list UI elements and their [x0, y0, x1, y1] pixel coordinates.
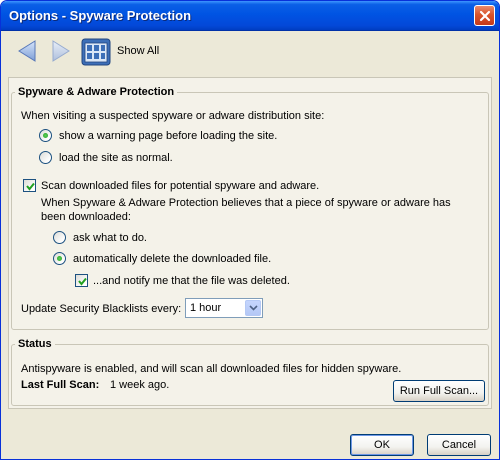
radio-ask-what-to-do[interactable] — [53, 231, 66, 244]
checkmark-icon — [78, 277, 87, 286]
radio-show-warning[interactable] — [39, 129, 52, 142]
forward-arrow-icon[interactable] — [49, 38, 73, 64]
update-interval-select[interactable]: 1 hour — [185, 298, 263, 318]
show-all-grid-icon[interactable] — [81, 38, 111, 66]
visiting-prompt: When visiting a suspected spyware or adw… — [21, 110, 325, 122]
spyware-group-title: Spyware & Adware Protection — [15, 86, 178, 98]
update-interval-value: 1 hour — [190, 302, 222, 314]
radio-auto-delete-label[interactable]: automatically delete the downloaded file… — [73, 253, 271, 265]
notify-label[interactable]: ...and notify me that the file was delet… — [93, 275, 290, 287]
close-button[interactable] — [474, 5, 495, 26]
status-group-title: Status — [15, 338, 55, 350]
window-title: Options - Spyware Protection — [9, 8, 192, 23]
radio-ask-label[interactable]: ask what to do. — [73, 232, 147, 244]
last-scan-value: 1 week ago. — [110, 379, 170, 391]
update-blacklists-label: Update Security Blacklists every: — [21, 303, 182, 315]
cancel-button[interactable]: Cancel — [427, 434, 491, 456]
title-bar: Options - Spyware Protection — [1, 1, 499, 31]
radio-load-normal-label[interactable]: load the site as normal. — [59, 152, 173, 164]
last-scan-label: Last Full Scan: — [21, 379, 100, 391]
back-arrow-icon[interactable] — [15, 38, 39, 64]
radio-load-normal[interactable] — [39, 151, 52, 164]
notify-checkbox[interactable] — [75, 274, 88, 287]
dropdown-button[interactable] — [245, 300, 261, 316]
checkmark-icon — [26, 182, 35, 191]
radio-auto-delete[interactable] — [53, 252, 66, 265]
close-icon — [479, 10, 491, 22]
belief-text-line1: When Spyware & Adware Protection believe… — [41, 197, 451, 209]
options-window: Options - Spyware Protection Show All Sp… — [0, 0, 500, 460]
content-panel: Spyware & Adware Protection When visitin… — [8, 77, 492, 409]
ok-button[interactable]: OK — [350, 434, 414, 456]
radio-show-warning-label[interactable]: show a warning page before loading the s… — [59, 130, 277, 142]
run-full-scan-button[interactable]: Run Full Scan... — [393, 380, 485, 402]
scan-downloads-label[interactable]: Scan downloaded files for potential spyw… — [41, 180, 319, 192]
belief-text-line2: been downloaded: — [41, 211, 131, 223]
status-message: Antispyware is enabled, and will scan al… — [21, 363, 402, 375]
toolbar: Show All — [1, 32, 499, 76]
chevron-down-icon — [249, 305, 258, 311]
show-all-label[interactable]: Show All — [117, 45, 159, 57]
scan-downloads-checkbox[interactable] — [23, 179, 36, 192]
